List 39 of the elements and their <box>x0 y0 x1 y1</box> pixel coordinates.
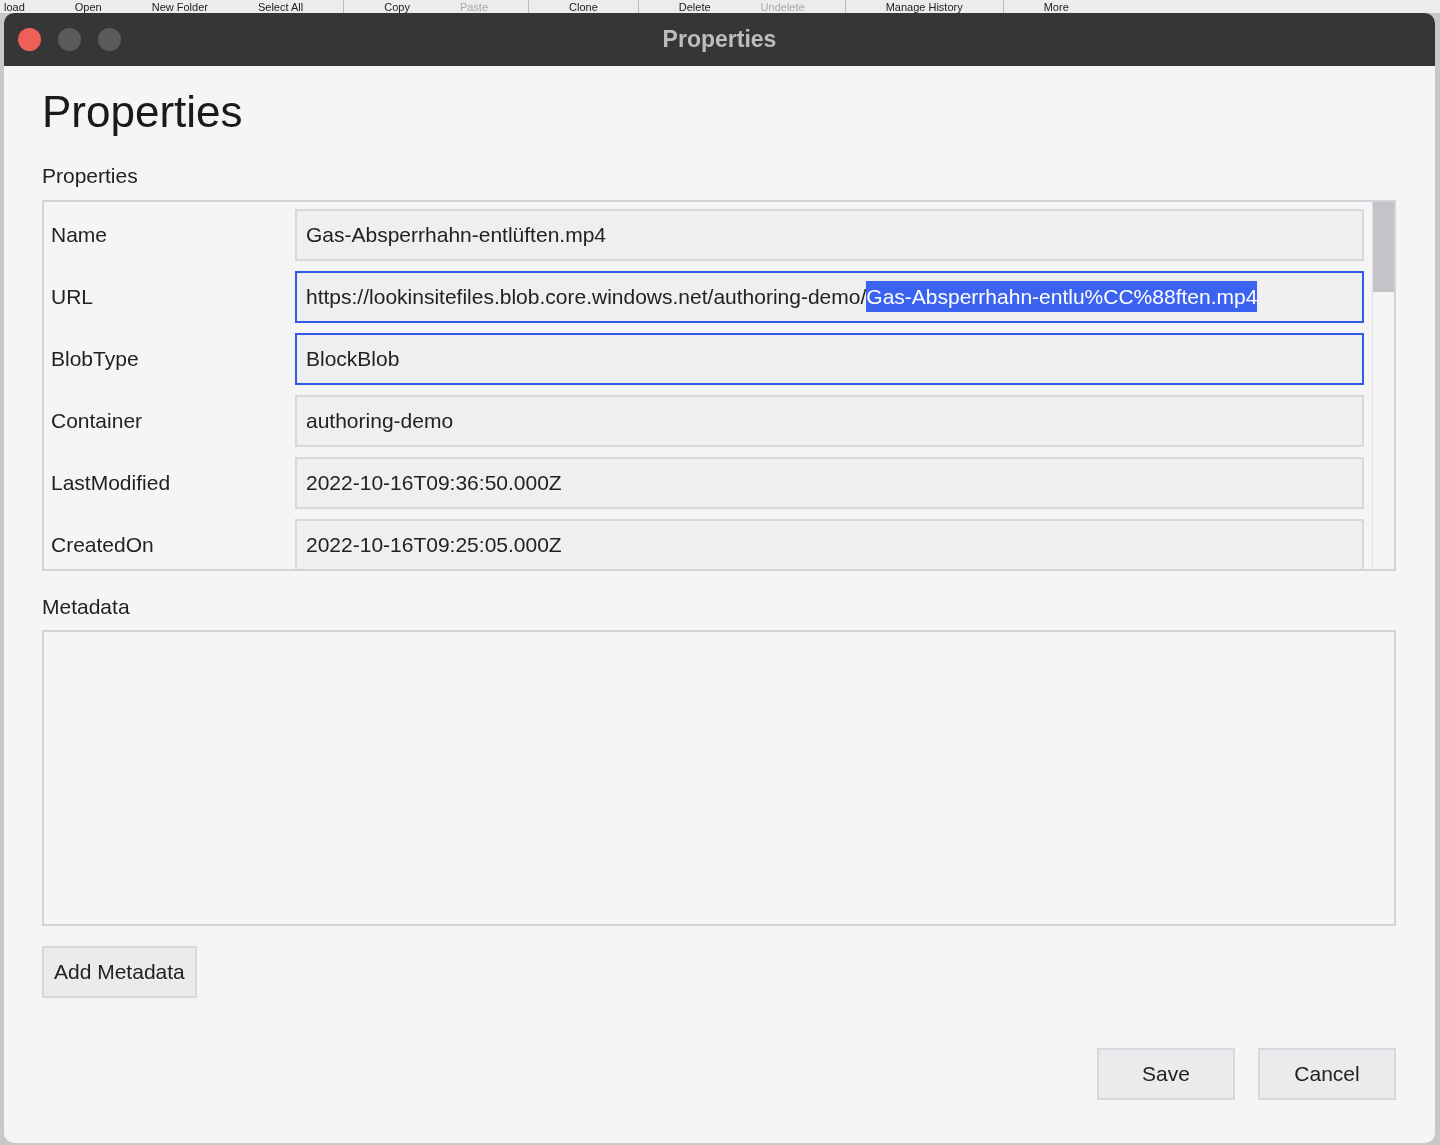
dialog-heading: Properties <box>42 86 243 138</box>
close-button[interactable] <box>18 28 41 51</box>
property-label: BlobType <box>51 345 140 372</box>
property-field[interactable]: 2022-10-16T09:25:05.000Z <box>295 518 1364 569</box>
field-text: authoring-demo <box>306 407 454 434</box>
property-field[interactable]: authoring-demo <box>295 394 1364 447</box>
property-label: Name <box>51 221 109 248</box>
add-metadata-button[interactable]: Add Metadata <box>42 946 197 998</box>
field-text: 2022-10-16T09:36:50.000Z <box>306 469 562 496</box>
toolbar-button[interactable]: load <box>4 1 25 13</box>
toolbar-button[interactable]: Open <box>74 1 102 13</box>
field-text: https://lookinsitefiles.blob.core.windows.net/authoring-demo/ <box>306 283 867 310</box>
toolbar-button[interactable]: More <box>1043 1 1069 13</box>
toolbar-button[interactable]: Manage History <box>885 1 963 13</box>
scrollbar[interactable] <box>1372 201 1394 569</box>
property-label: URL <box>51 283 94 310</box>
property-label: CreatedOn <box>51 531 155 558</box>
section-label: Properties <box>42 163 138 189</box>
property-field[interactable]: 2022-10-16T09:36:50.000Z <box>295 456 1364 509</box>
property-label: LastModified <box>51 469 172 496</box>
toolbar-button[interactable]: Clone <box>569 1 598 13</box>
toolbar-button[interactable]: Copy <box>384 1 410 13</box>
field-text: Gas-Absperrhahn-entlüften.mp4 <box>306 221 606 248</box>
toolbar-button[interactable]: Select All <box>257 1 304 13</box>
property-field[interactable]: https://lookinsitefiles.blob.core.windows.net/authoring-demo/Gas-Absperrhahn-entlu%CC%88ften.mp4 <box>295 270 1364 323</box>
minimize-button[interactable] <box>58 28 81 51</box>
section-label: Metadata <box>42 593 130 620</box>
toolbar-button[interactable]: New Folder <box>151 1 208 13</box>
property-field[interactable]: Gas-Absperrhahn-entlüften.mp4 <box>295 208 1364 261</box>
zoom-button[interactable] <box>98 28 121 51</box>
field-text: 2022-10-16T09:25:05.000Z <box>306 531 562 558</box>
property-label: Container <box>51 407 144 434</box>
selected-text: Gas-Absperrhahn-entlu%CC%88ften.mp4 <box>866 280 1258 313</box>
toolbar-button[interactable]: Delete <box>678 1 711 13</box>
save-button[interactable]: Save <box>1097 1048 1235 1100</box>
field-text: BlockBlob <box>306 345 400 372</box>
cancel-button[interactable]: Cancel <box>1258 1048 1396 1100</box>
property-field[interactable]: BlockBlob <box>295 332 1364 385</box>
window-title: Properties <box>662 25 777 55</box>
